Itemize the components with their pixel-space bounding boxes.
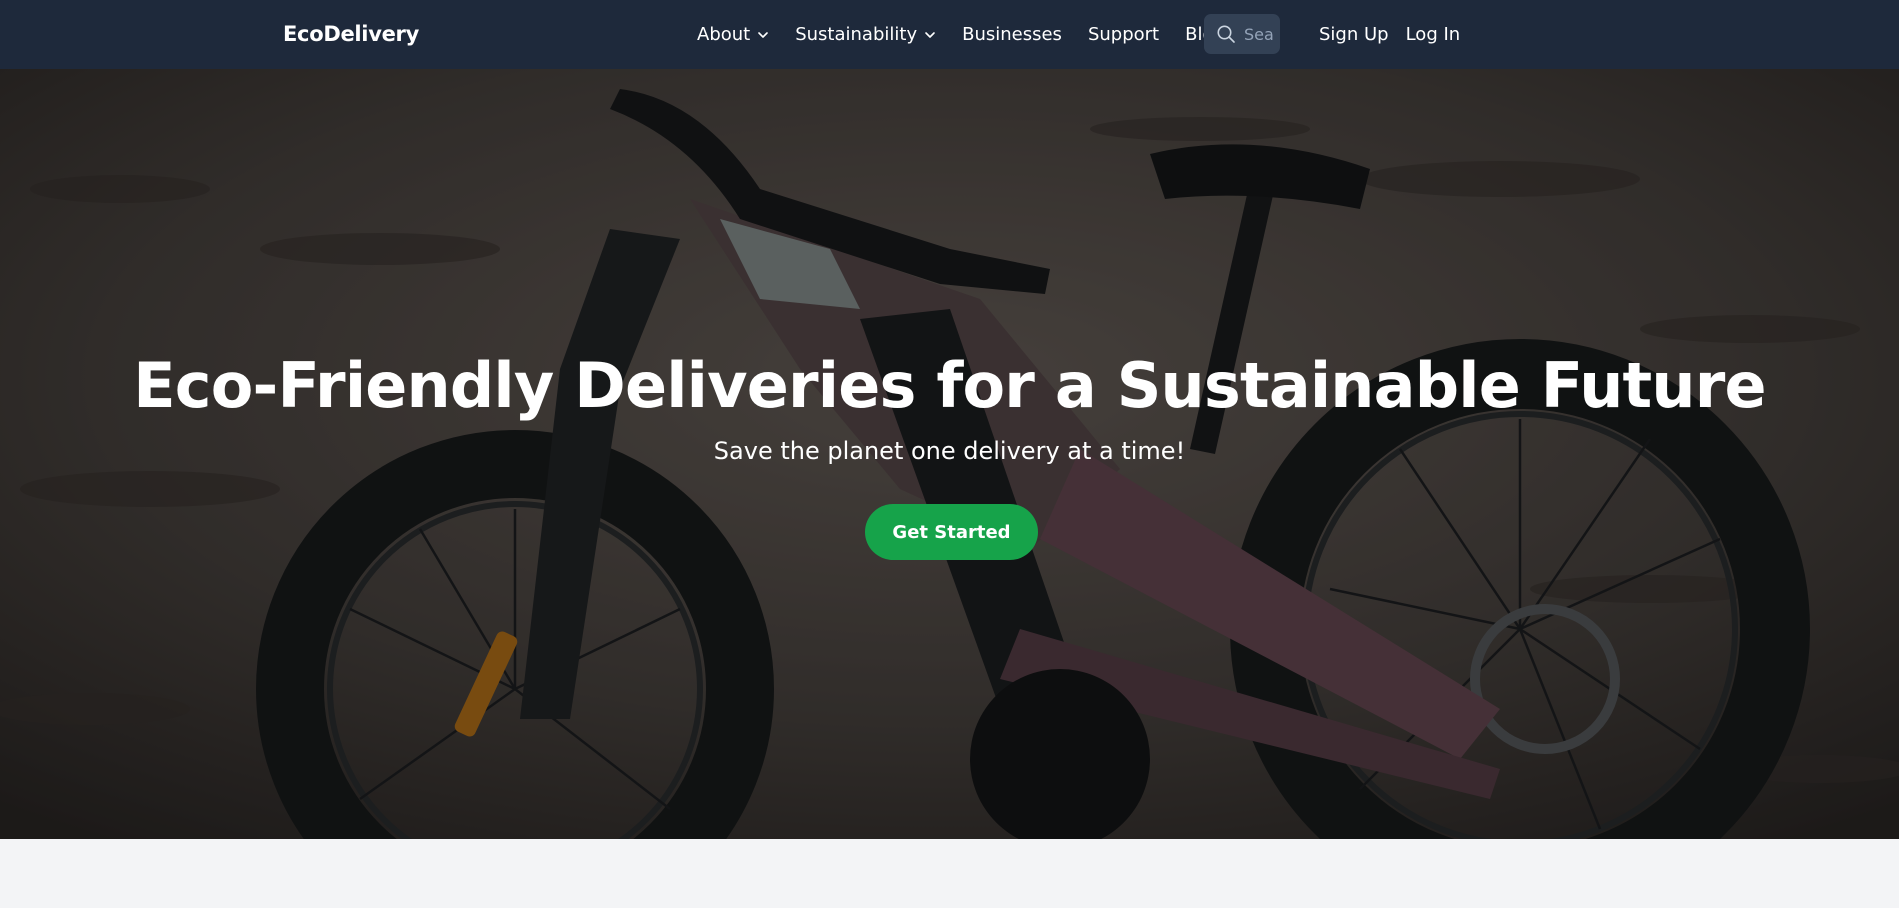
get-started-button[interactable]: Get Started: [865, 504, 1038, 560]
sign-up-link[interactable]: Sign Up: [1319, 24, 1389, 45]
log-in-link[interactable]: Log In: [1406, 24, 1461, 45]
auth-links: Sign Up Log In: [1319, 0, 1460, 69]
chevron-down-icon: [925, 31, 935, 38]
chevron-down-icon: [758, 31, 769, 38]
nav-item-label: About: [697, 24, 751, 45]
main-nav: About Sustainability Businesses Support …: [697, 0, 1225, 69]
nav-item-support[interactable]: Support: [1088, 24, 1159, 45]
search-box[interactable]: [1204, 14, 1280, 54]
nav-item-label: Support: [1087, 24, 1160, 45]
nav-item-businesses[interactable]: Businesses: [962, 24, 1062, 45]
hero-subtitle: Save the planet one delivery at a time!: [713, 437, 1186, 465]
nav-item-about[interactable]: About: [697, 24, 769, 45]
brand-logo[interactable]: EcoDelivery: [283, 22, 419, 46]
hero-title: Eco-Friendly Deliveries for a Sustainabl…: [133, 349, 1766, 422]
hero-section: Eco-Friendly Deliveries for a Sustainabl…: [0, 69, 1899, 839]
nav-item-label: Sustainability: [795, 24, 918, 45]
below-hero-section: [0, 839, 1899, 908]
nav-item-label: Businesses: [962, 24, 1062, 45]
top-navbar: EcoDelivery About Sustainability Busines…: [0, 0, 1899, 69]
search-icon: [1217, 25, 1235, 43]
search-input[interactable]: [1244, 24, 1274, 44]
nav-item-sustainability[interactable]: Sustainability: [795, 24, 936, 45]
